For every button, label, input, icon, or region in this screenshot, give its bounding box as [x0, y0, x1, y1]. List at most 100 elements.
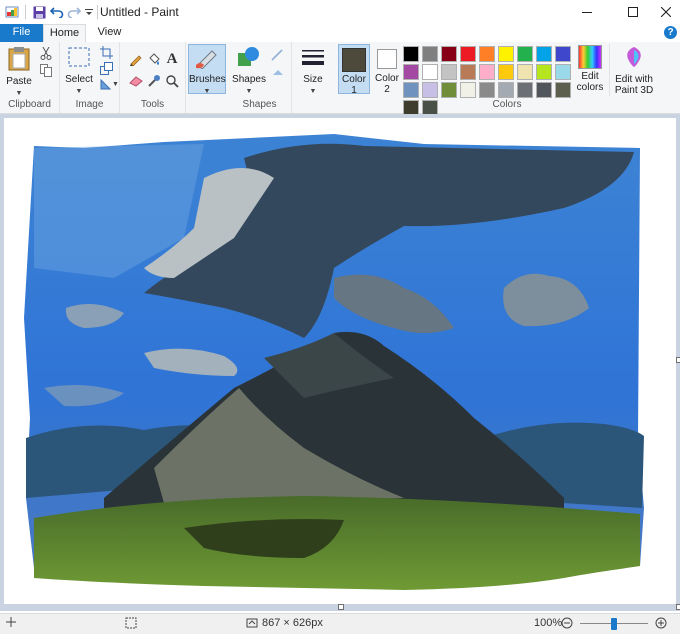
text-icon[interactable]: A — [164, 51, 180, 67]
copy-icon[interactable] — [38, 63, 54, 77]
resize-handle-bottom[interactable] — [338, 604, 344, 610]
color-swatch[interactable] — [479, 82, 495, 98]
size-button[interactable]: Size ▼ — [296, 45, 330, 96]
cursor-position-icon — [6, 617, 16, 627]
zoom-slider-thumb[interactable] — [611, 618, 617, 630]
color-swatch[interactable] — [498, 82, 514, 98]
select-icon — [68, 47, 90, 67]
select-button[interactable]: Select ▼ — [64, 45, 94, 96]
color-swatch[interactable] — [403, 64, 419, 80]
shapes-button[interactable]: Shapes ▼ — [232, 45, 266, 96]
close-button[interactable] — [652, 0, 680, 24]
resize-icon[interactable] — [98, 61, 114, 75]
color-swatch[interactable] — [498, 46, 514, 62]
fill-icon[interactable] — [146, 52, 162, 66]
tools-group: A Tools — [120, 42, 186, 113]
image-size-icon — [246, 618, 258, 628]
color-swatch[interactable] — [460, 46, 476, 62]
brushes-button[interactable]: Brushes ▼ — [188, 44, 226, 95]
image-group-label: Image — [75, 99, 104, 110]
color-picker-icon[interactable] — [146, 74, 162, 88]
fill-shape-icon[interactable] — [270, 66, 286, 80]
resize-handle-right[interactable] — [676, 357, 680, 363]
color-swatch[interactable] — [536, 82, 552, 98]
crop-icon[interactable] — [98, 45, 114, 59]
shapes-group-label: Shapes — [242, 99, 277, 110]
zoom-level: 100% — [534, 617, 563, 629]
minimize-button[interactable] — [564, 0, 610, 24]
ribbon: Paste ▼ Clipboard Select ▼ ▼ Image A Too… — [0, 42, 680, 116]
resize-handle-corner[interactable] — [676, 604, 680, 610]
customize-toolbar-icon[interactable] — [83, 3, 95, 21]
color-swatch[interactable] — [517, 82, 533, 98]
selection-size-icon — [125, 617, 137, 629]
pencil-icon[interactable] — [128, 52, 144, 66]
shapes-group: Shapes ▼ Shapes — [228, 42, 292, 113]
color-swatch[interactable] — [441, 46, 457, 62]
tools-group-label: Tools — [140, 99, 165, 110]
brush-icon — [196, 50, 217, 70]
help-icon[interactable]: ? — [664, 26, 677, 39]
eraser-icon[interactable] — [128, 74, 144, 88]
canvas[interactable] — [4, 118, 676, 604]
rainbow-icon — [578, 45, 602, 69]
edit-with-paint3d-button[interactable]: Edit with Paint 3D — [612, 45, 656, 96]
color-swatch[interactable] — [517, 64, 533, 80]
zoom-out-button[interactable] — [561, 617, 573, 629]
color-swatch[interactable] — [536, 64, 552, 80]
clipboard-group: Paste ▼ Clipboard — [0, 42, 60, 113]
canvas-workspace[interactable] — [0, 114, 680, 611]
window-title: Untitled - Paint — [100, 5, 179, 19]
paint-app-icon[interactable] — [4, 3, 20, 21]
color-swatch[interactable] — [422, 64, 438, 80]
paint3d-icon — [627, 47, 641, 67]
color-swatch[interactable] — [479, 64, 495, 80]
title-bar: Untitled - Paint — [0, 0, 680, 24]
image-dimensions: 867 × 626px — [262, 617, 323, 629]
tab-home[interactable]: Home — [43, 24, 86, 42]
color-swatch[interactable] — [460, 64, 476, 80]
outline-icon[interactable] — [270, 48, 286, 62]
size-icon — [302, 50, 324, 65]
color-swatch[interactable] — [403, 46, 419, 62]
mountain-painting — [24, 134, 644, 590]
shapes-icon — [238, 47, 259, 66]
edit-colors-button[interactable]: Edit colors — [574, 45, 606, 93]
color-swatch[interactable] — [555, 64, 571, 80]
color-swatch[interactable] — [517, 46, 533, 62]
image-group: Select ▼ ▼ Image — [60, 42, 120, 113]
brushes-group: Brushes ▼ — [186, 42, 228, 113]
save-icon[interactable] — [31, 3, 47, 21]
size-group: Size ▼ — [292, 42, 334, 113]
color2-button[interactable]: Color 2 — [372, 44, 402, 95]
color-swatch[interactable] — [422, 46, 438, 62]
paste-button[interactable]: Paste ▼ — [4, 45, 34, 98]
undo-icon[interactable] — [49, 3, 65, 21]
color-swatch[interactable] — [555, 46, 571, 62]
color-swatch[interactable] — [441, 82, 457, 98]
color-palette — [403, 46, 571, 116]
maximize-button[interactable] — [610, 0, 656, 24]
tab-view[interactable]: View — [88, 24, 131, 42]
rotate-icon[interactable]: ▼ — [98, 77, 120, 91]
cut-icon[interactable] — [38, 46, 54, 60]
status-bar: 867 × 626px 100% — [0, 613, 680, 634]
image-size-indicator: 867 × 626px — [246, 617, 323, 629]
color1-button[interactable]: Color 1 — [338, 44, 370, 96]
zoom-in-button[interactable] — [655, 617, 667, 629]
color-swatch[interactable] — [460, 82, 476, 98]
color-swatch[interactable] — [403, 82, 419, 98]
color1-swatch — [342, 48, 366, 72]
color-swatch[interactable] — [422, 82, 438, 98]
color-swatch[interactable] — [441, 64, 457, 80]
paste-icon — [8, 47, 30, 71]
color-swatch[interactable] — [479, 46, 495, 62]
magnifier-icon[interactable] — [164, 74, 180, 88]
color-swatch[interactable] — [498, 64, 514, 80]
clipboard-group-label: Clipboard — [8, 99, 51, 110]
redo-icon[interactable] — [66, 3, 82, 21]
tab-file[interactable]: File — [0, 24, 43, 42]
color-swatch[interactable] — [555, 82, 571, 98]
color2-swatch — [377, 49, 397, 69]
color-swatch[interactable] — [536, 46, 552, 62]
